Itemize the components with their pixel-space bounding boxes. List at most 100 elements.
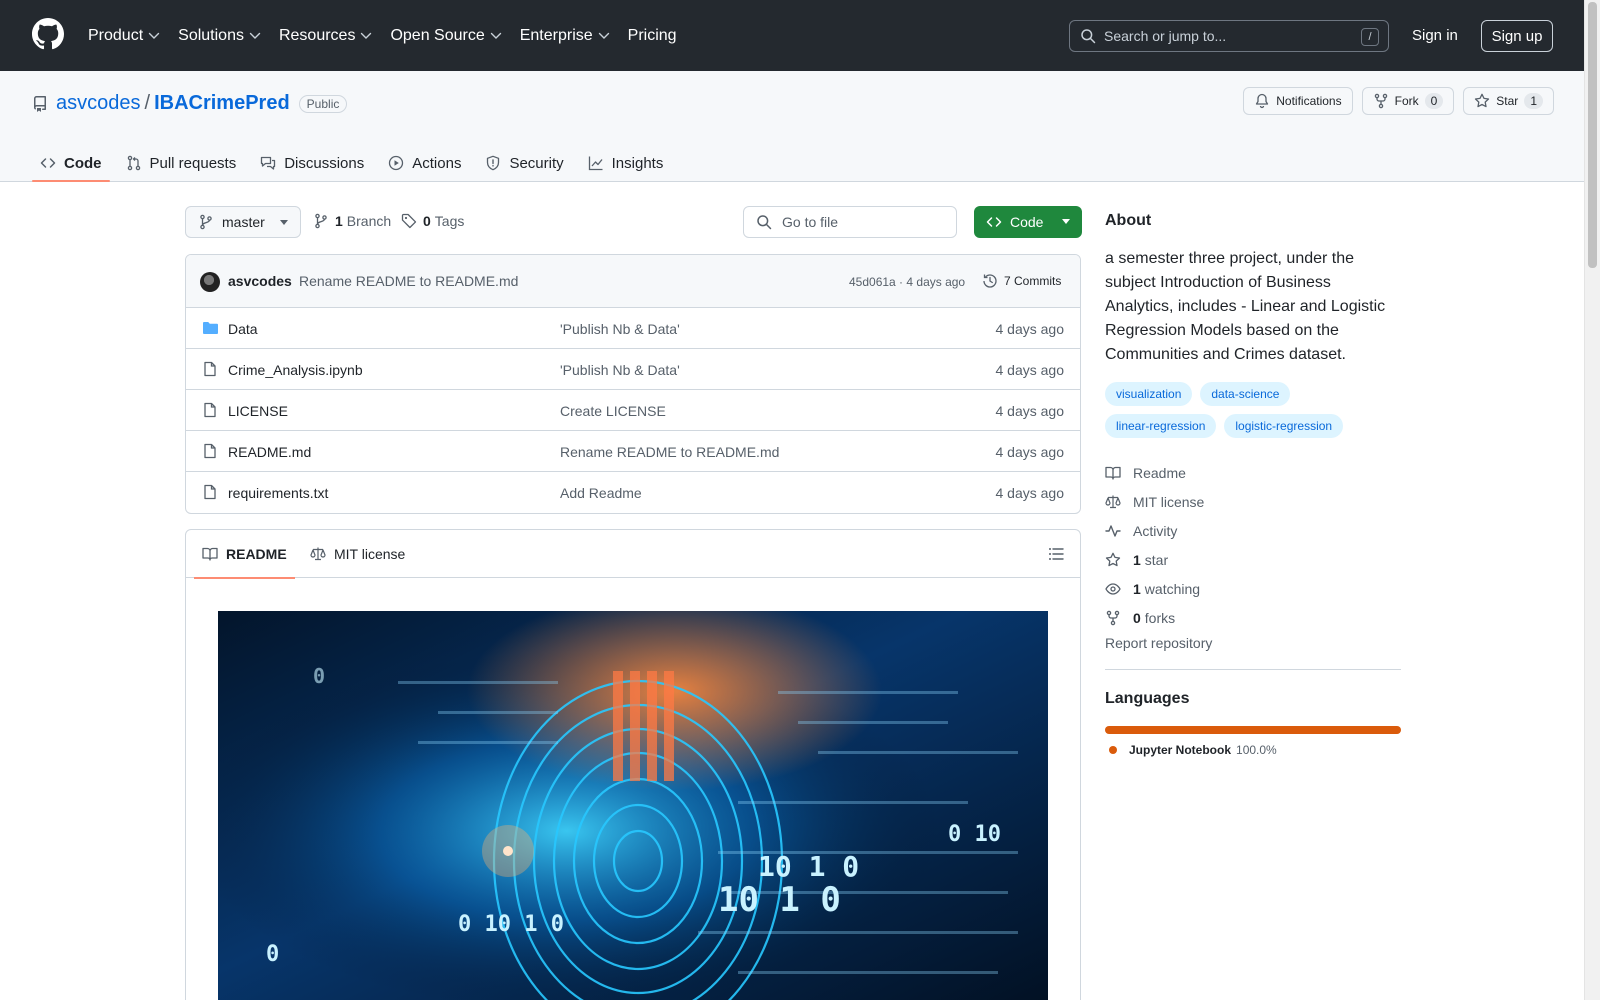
tab-code[interactable]: Code [32, 145, 110, 182]
about-link-label: Readme [1133, 464, 1186, 481]
sign-up-button[interactable]: Sign up [1481, 20, 1553, 52]
fork-icon [1374, 93, 1387, 109]
about-link-count: 0 [1133, 609, 1141, 626]
commit-count: 7 Commits [1004, 274, 1062, 288]
tab-actions[interactable]: Actions [380, 145, 469, 181]
about-description: a semester three project, under the subj… [1105, 250, 1386, 363]
file-name-link[interactable]: Crime_Analysis.ipynb [228, 362, 363, 378]
language-percent: 100.0% [1236, 743, 1277, 757]
topic-tag[interactable]: data-science [1200, 382, 1291, 406]
repo-name-link[interactable]: IBACrimePred [154, 92, 290, 115]
avatar[interactable] [200, 272, 220, 292]
nav-item-pricing[interactable]: Pricing [628, 27, 677, 45]
file-icon [204, 443, 216, 459]
fork-button[interactable]: Fork 0 [1361, 87, 1455, 115]
visibility-badge: Public [298, 94, 348, 113]
file-commit-date: 4 days ago [995, 403, 1065, 419]
tab-discussions[interactable]: Discussions [252, 145, 372, 181]
search-icon [1081, 29, 1096, 44]
scrollbar-thumb[interactable] [1588, 2, 1597, 268]
language-item[interactable]: Jupyter Notebook 100.0% [1105, 743, 1401, 757]
about-sidebar: About a semester three project, under th… [1105, 206, 1401, 757]
tag-count-label: Tags [434, 213, 465, 229]
table-row: README.md Rename README to README.md 4 day… [186, 431, 1080, 472]
page-scrollbar[interactable] [1584, 0, 1600, 1000]
tab-label: Actions [412, 154, 462, 172]
tab-license[interactable]: MIT license [310, 530, 405, 578]
topic-tag[interactable]: linear-regression [1105, 414, 1217, 438]
bell-icon [1256, 93, 1269, 109]
nav-item-resources[interactable]: Resources [279, 27, 372, 45]
tags-link[interactable]: 0 Tags [401, 213, 464, 229]
topic-tag[interactable]: logistic-regression [1224, 414, 1344, 438]
branches-link[interactable]: 1 Branch [313, 213, 391, 229]
commit-message[interactable]: Rename README to README.md [299, 273, 518, 289]
tag-count: 0 [423, 213, 431, 229]
tab-insights[interactable]: Insights [580, 145, 672, 181]
file-name-link[interactable]: requirements.txt [228, 485, 328, 501]
repo-tabs: Code Pull requests Discussions Actions Secur… [32, 145, 679, 182]
nav-item-product[interactable]: Product [88, 27, 160, 45]
file-rows: Data 'Publish Nb & Data' 4 days ago Crime_A… [186, 308, 1080, 513]
about-links: Readme MIT license Activity 1 star 1 watching 0… [1105, 458, 1401, 632]
fork-label: Fork [1394, 94, 1419, 108]
readme-tab-label: README [226, 546, 287, 562]
book-icon [1105, 466, 1121, 480]
github-logo-icon[interactable] [32, 18, 64, 50]
report-repository-link[interactable]: Report repository [1105, 635, 1401, 651]
code-dropdown-button[interactable]: Code [974, 206, 1082, 238]
caret-down-icon [1062, 219, 1070, 224]
about-link-forks[interactable]: 0 forks [1105, 603, 1401, 632]
languages-heading: Languages [1105, 690, 1190, 707]
pulse-icon [1105, 524, 1121, 537]
language-color-dot [1109, 746, 1117, 754]
chevron-down-icon [490, 32, 501, 39]
about-link-activity[interactable]: Activity [1105, 516, 1401, 545]
search-input[interactable]: Search or jump to... / [1069, 20, 1389, 52]
chevron-down-icon [249, 32, 261, 39]
tab-label: Code [64, 154, 102, 172]
about-link-readme[interactable]: Readme [1105, 458, 1401, 487]
star-button[interactable]: Star 1 [1463, 87, 1554, 115]
list-icon[interactable] [1048, 546, 1064, 562]
caret-down-icon [280, 220, 288, 225]
file-icon [204, 361, 216, 377]
file-name-link[interactable]: LICENSE [228, 403, 288, 419]
tab-pull-requests[interactable]: Pull requests [118, 145, 245, 181]
file-toolbar: master 1 Branch 0 Tags Go to file Code [185, 206, 1082, 238]
commit-author[interactable]: asvcodes [228, 273, 292, 289]
about-link-mit-license[interactable]: MIT license [1105, 487, 1401, 516]
branch-count: 1 [335, 213, 343, 229]
tag-icon [401, 213, 417, 229]
file-name-link[interactable]: Data [228, 321, 258, 337]
file-commit-message[interactable]: Rename README to README.md [560, 444, 779, 460]
branch-icon [200, 214, 212, 230]
branch-select-button[interactable]: master [185, 206, 301, 238]
about-link-label: Activity [1133, 522, 1178, 539]
go-to-file-input[interactable]: Go to file [743, 206, 957, 238]
notifications-button[interactable]: Notifications [1243, 87, 1353, 115]
nav-item-enterprise[interactable]: Enterprise [520, 27, 610, 45]
about-link-label: MIT license [1133, 493, 1205, 510]
tab-readme[interactable]: README [194, 530, 295, 579]
sign-in-link[interactable]: Sign in [1412, 27, 1458, 44]
about-link-star[interactable]: 1 star [1105, 545, 1401, 574]
banner-digits-4: 10 1 0 [718, 880, 841, 920]
nav-item-label: Open Source [390, 26, 485, 44]
commits-link[interactable]: 7 Commits [982, 273, 1061, 289]
file-commit-message[interactable]: 'Publish Nb & Data' [560, 362, 680, 378]
tab-label: Discussions [284, 154, 365, 172]
about-link-watching[interactable]: 1 watching [1105, 574, 1401, 603]
nav-item-solutions[interactable]: Solutions [178, 27, 261, 45]
file-name-link[interactable]: README.md [228, 444, 311, 460]
star-icon [1105, 552, 1121, 566]
repo-owner-link[interactable]: asvcodes [56, 92, 141, 115]
commit-hash-time[interactable]: 45d061a · 4 days ago [849, 275, 965, 289]
topic-tag[interactable]: visualization [1105, 382, 1193, 406]
tab-security[interactable]: Security [477, 145, 571, 181]
play-icon [389, 155, 404, 171]
file-commit-message[interactable]: Create LICENSE [560, 403, 666, 419]
file-commit-message[interactable]: Add Readme [560, 485, 642, 501]
file-commit-message[interactable]: 'Publish Nb & Data' [560, 321, 680, 337]
nav-item-open-source[interactable]: Open Source [390, 27, 501, 45]
